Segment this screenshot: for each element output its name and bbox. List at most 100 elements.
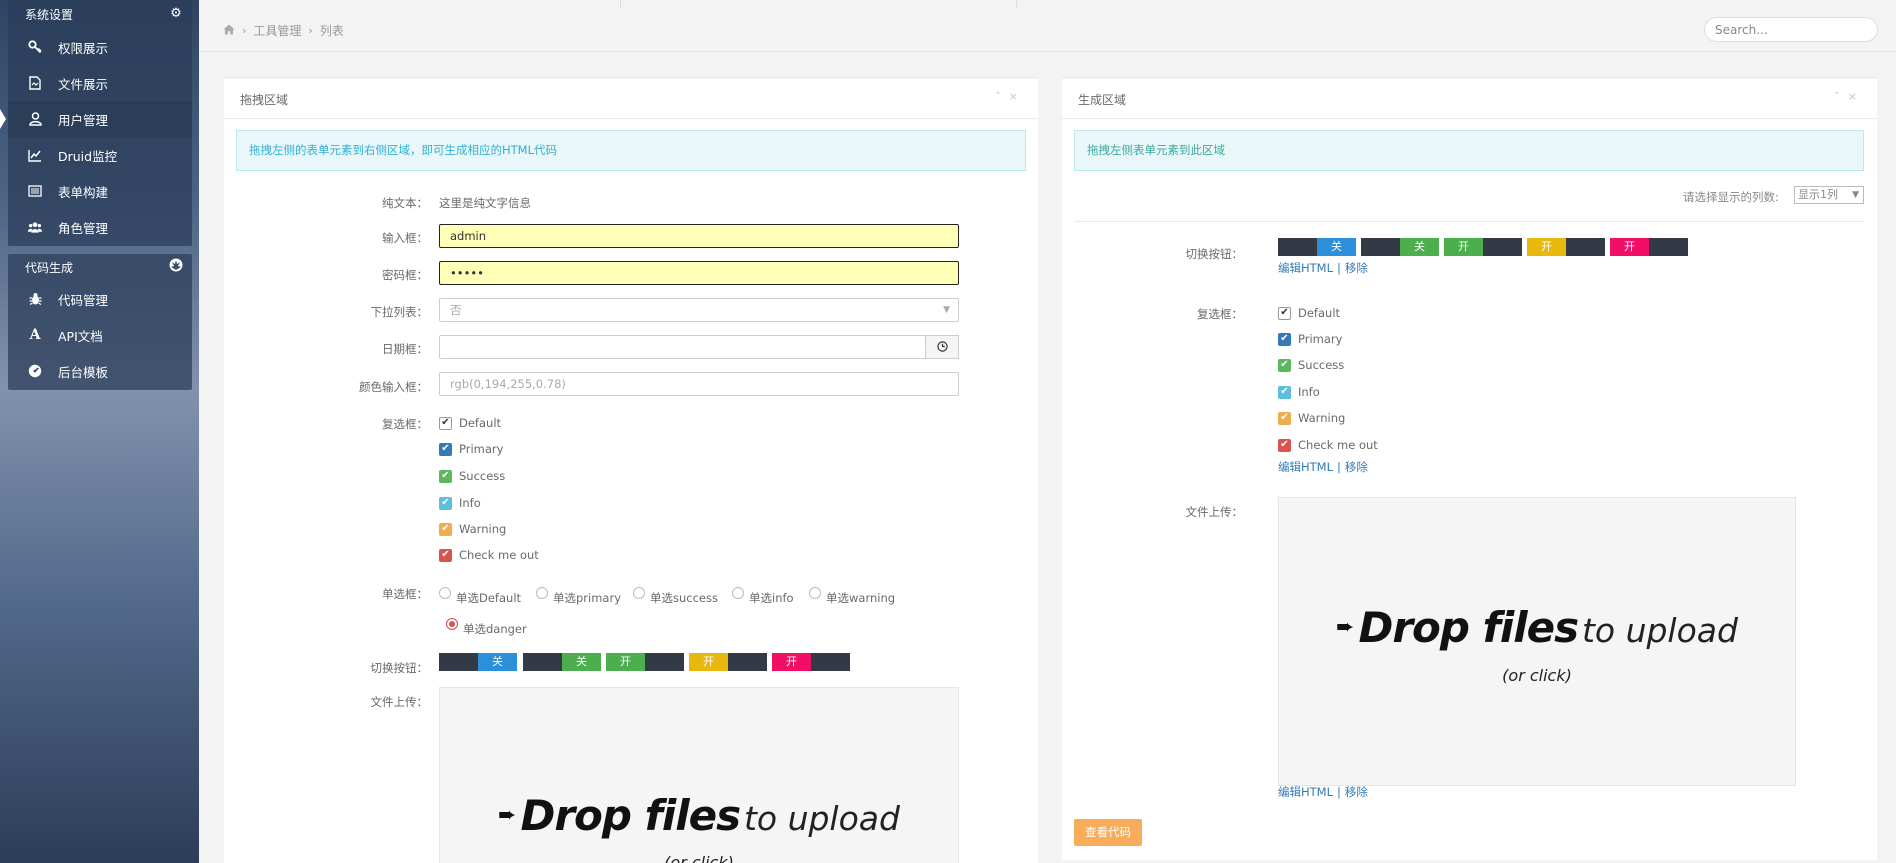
edit-html-link[interactable]: 编辑HTML: [1278, 460, 1333, 474]
dropzone-subtitle: (or click): [1502, 666, 1572, 685]
toggle-switch-yellow-on[interactable]: 开: [689, 653, 767, 671]
text-input[interactable]: admin: [439, 224, 959, 248]
home-icon[interactable]: [223, 24, 235, 38]
arrow-right-icon: ➨: [498, 803, 517, 828]
toggle-switch-pink-on[interactable]: 开: [772, 653, 850, 671]
password-input[interactable]: •••••: [439, 261, 959, 285]
remove-link[interactable]: 移除: [1345, 261, 1368, 275]
view-code-button[interactable]: 查看代码: [1074, 819, 1142, 846]
sidebar-item-permissions[interactable]: 权限展示: [8, 29, 192, 65]
toggle-blank: [523, 653, 562, 671]
dropdown-value: 否: [450, 303, 462, 317]
radio-info[interactable]: 单选info: [732, 587, 794, 606]
check-icon: ✔: [1278, 306, 1291, 320]
close-icon[interactable]: ×: [1848, 90, 1865, 103]
rebel-icon[interactable]: [168, 258, 184, 274]
checkbox-text: Primary: [459, 442, 504, 456]
radio-circle: [809, 587, 821, 599]
users-icon: [28, 220, 42, 234]
columns-label: 请选择显示的列数:: [1683, 190, 1779, 204]
breadcrumb-item[interactable]: 工具管理: [253, 22, 301, 39]
columns-value: 显示1列: [1798, 188, 1838, 201]
plain-text-value: 这里是纯文字信息: [439, 196, 531, 210]
dropzone-light-text: to upload: [743, 799, 900, 838]
sidebar-item-label: 权限展示: [58, 40, 109, 56]
checkbox-default[interactable]: ✔ Default: [439, 416, 501, 430]
tab-divider: [1016, 0, 1017, 8]
sidebar-item-files[interactable]: 文件展示: [8, 65, 192, 101]
sidebar-item-form-builder[interactable]: 表单构建: [8, 173, 192, 209]
list-icon: [28, 184, 42, 198]
checkbox-info[interactable]: ✔ Info: [1278, 385, 1320, 399]
check-icon: ✔: [439, 442, 452, 456]
checkbox-success[interactable]: ✔ Success: [439, 469, 505, 483]
link-separator: |: [1337, 785, 1341, 799]
toggle-actions: 编辑HTML | 移除: [1278, 260, 1368, 276]
checkbox-danger[interactable]: ✔ Check me out: [439, 548, 539, 562]
checkbox-text: Info: [459, 496, 481, 510]
checkbox-default[interactable]: ✔ Default: [1278, 306, 1340, 320]
remove-link[interactable]: 移除: [1345, 785, 1368, 799]
radio-danger[interactable]: 单选danger: [446, 618, 527, 637]
radio-circle: [439, 587, 451, 599]
sidebar-item-users[interactable]: 用户管理: [0, 101, 192, 137]
checkbox-success[interactable]: ✔ Success: [1278, 358, 1344, 372]
close-icon[interactable]: ×: [1009, 90, 1026, 103]
breadcrumb-item[interactable]: 列表: [320, 22, 344, 39]
radio-default[interactable]: 单选Default: [439, 587, 521, 606]
toggle-switch-green-off[interactable]: 关: [523, 653, 601, 671]
toggle-switch-blue-off[interactable]: 关: [439, 653, 517, 671]
toggle-switch-green-on[interactable]: 开: [606, 653, 684, 671]
toggle-switch-yellow-on[interactable]: 开: [1527, 238, 1605, 256]
radio-text: 单选info: [749, 591, 794, 605]
toggle-text: 开: [772, 653, 811, 671]
checkbox-text: Check me out: [1298, 438, 1378, 452]
panel-title: 拖拽区域: [240, 93, 289, 107]
toggle-blank: [439, 653, 478, 671]
checkbox-warning[interactable]: ✔ Warning: [439, 522, 506, 536]
clock-icon[interactable]: [925, 335, 959, 359]
sidebar-item-druid[interactable]: Druid监控: [8, 137, 192, 173]
sidebar-item-label: 用户管理: [58, 112, 109, 128]
file-dropzone[interactable]: ➨Drop files to upload (or click): [1278, 497, 1796, 786]
dropzone-light-text: to upload: [1581, 611, 1738, 650]
checkbox-warning[interactable]: ✔ Warning: [1278, 411, 1345, 425]
sidebar-item-label: 表单构建: [58, 184, 109, 200]
checkbox-info[interactable]: ✔ Info: [439, 496, 481, 510]
search-input[interactable]: [1704, 17, 1878, 42]
columns-select[interactable]: 显示1列 ▼: [1794, 186, 1864, 204]
radio-text: 单选success: [650, 591, 718, 605]
checkbox-primary[interactable]: ✔ Primary: [1278, 332, 1342, 346]
toggle-switch-green-off[interactable]: 关: [1361, 238, 1439, 256]
sidebar-item-label: API文档: [58, 328, 103, 344]
collapse-icon[interactable]: ˄: [1834, 90, 1848, 103]
sidebar-item-roles[interactable]: 角色管理: [8, 209, 192, 245]
sidebar-item-templates[interactable]: 后台模板: [8, 353, 192, 389]
toggle-text: 开: [1444, 238, 1483, 256]
radio-success[interactable]: 单选success: [633, 587, 718, 606]
radio-primary[interactable]: 单选primary: [536, 587, 621, 606]
toggle-text: 关: [1400, 238, 1439, 256]
toggle-blank: [728, 653, 767, 671]
checkbox-primary[interactable]: ✔ Primary: [439, 442, 503, 456]
edit-html-link[interactable]: 编辑HTML: [1278, 261, 1333, 275]
gear-icon[interactable]: ⚙: [168, 6, 184, 22]
date-input[interactable]: [439, 335, 926, 359]
color-input[interactable]: rgb(0,194,255,0.78): [439, 372, 959, 396]
link-separator: |: [1337, 460, 1341, 474]
sidebar-item-code-manage[interactable]: 代码管理: [8, 281, 192, 317]
toggle-text: 关: [1317, 238, 1356, 256]
collapse-icon[interactable]: ˄: [995, 90, 1009, 103]
dropdown-select[interactable]: 否 ▼: [439, 298, 959, 322]
edit-html-link[interactable]: 编辑HTML: [1278, 785, 1333, 799]
checkbox-text: Success: [459, 469, 506, 483]
file-dropzone[interactable]: ➨Drop files to upload (or click): [439, 687, 959, 863]
toggle-text: 开: [689, 653, 728, 671]
sidebar-item-api-docs[interactable]: A API文档: [8, 317, 192, 353]
remove-link[interactable]: 移除: [1345, 460, 1368, 474]
toggle-switch-blue-off[interactable]: 关: [1278, 238, 1356, 256]
checkbox-danger[interactable]: ✔ Check me out: [1278, 438, 1378, 452]
toggle-switch-pink-on[interactable]: 开: [1610, 238, 1688, 256]
radio-warning[interactable]: 单选warning: [809, 587, 895, 606]
toggle-switch-green-on[interactable]: 开: [1444, 238, 1522, 256]
